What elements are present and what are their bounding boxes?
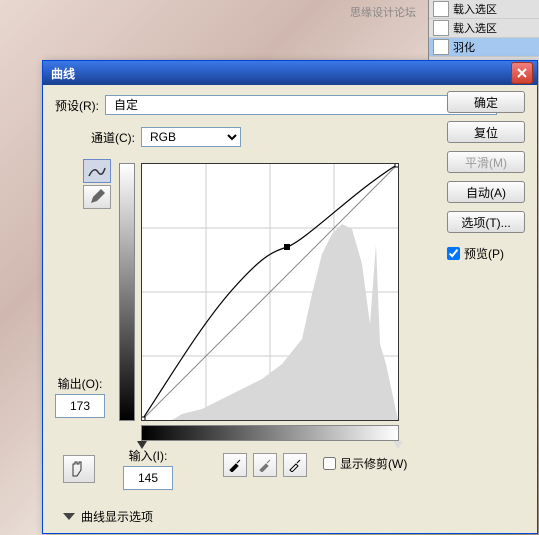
output-value-input[interactable] (55, 394, 105, 418)
layers-panel: 载入选区 载入选区 羽化 (428, 0, 539, 60)
preset-select[interactable]: 自定 (105, 95, 497, 115)
auto-button[interactable]: 自动(A) (447, 181, 525, 203)
output-label: 输出(O): (55, 375, 105, 392)
target-adjust-tool[interactable] (63, 455, 95, 483)
channel-label: 通道(C): (91, 129, 135, 146)
black-eyedropper[interactable] (223, 453, 247, 477)
titlebar[interactable]: 曲线 (43, 61, 537, 85)
curves-dialog: 曲线 预设(R): 自定 确定 复位 平滑(M) 自动(A) 选项(T)... … (42, 60, 538, 534)
layer-row[interactable]: 载入选区 (429, 0, 539, 19)
preview-label: 预览(P) (464, 245, 504, 262)
input-gradient[interactable] (141, 425, 399, 441)
layer-icon (433, 20, 449, 36)
curve-display-options-toggle[interactable]: 曲线显示选项 (63, 508, 153, 525)
white-eyedropper[interactable] (283, 453, 307, 477)
chevron-down-icon (63, 513, 75, 520)
layer-label: 羽化 (453, 39, 475, 55)
output-gradient[interactable] (119, 163, 135, 421)
layer-row[interactable]: 羽化 (429, 38, 539, 57)
curve-point-handle[interactable] (284, 244, 290, 250)
channel-select[interactable]: RGB (141, 127, 241, 147)
show-clipping-row[interactable]: 显示修剪(W) (323, 455, 407, 472)
input-label: 输入(I): (123, 447, 173, 464)
preview-checkbox[interactable] (447, 247, 460, 260)
show-clipping-checkbox[interactable] (323, 457, 336, 470)
watermark-text: 思缘设计论坛 (350, 4, 416, 20)
gray-eyedropper[interactable] (253, 453, 277, 477)
curve-endpoint[interactable] (395, 164, 398, 167)
expand-label: 曲线显示选项 (81, 508, 153, 525)
layer-label: 载入选区 (453, 20, 497, 36)
curve-tool-button[interactable] (83, 159, 111, 183)
reset-button[interactable]: 复位 (447, 121, 525, 143)
preview-checkbox-row[interactable]: 预览(P) (447, 245, 519, 262)
smooth-button[interactable]: 平滑(M) (447, 151, 525, 173)
layer-row[interactable]: 载入选区 (429, 19, 539, 38)
ok-button[interactable]: 确定 (447, 91, 525, 113)
preset-label: 预设(R): (55, 97, 99, 114)
options-button[interactable]: 选项(T)... (447, 211, 525, 233)
dialog-title: 曲线 (47, 65, 511, 82)
layer-label: 载入选区 (453, 1, 497, 17)
curve-graph[interactable] (141, 163, 399, 421)
close-button[interactable] (511, 62, 533, 84)
layer-icon (433, 39, 449, 55)
white-point-slider[interactable] (393, 441, 403, 449)
input-value-input[interactable] (123, 466, 173, 490)
pencil-tool-button[interactable] (83, 185, 111, 209)
show-clipping-label: 显示修剪(W) (340, 455, 407, 472)
curve-endpoint[interactable] (142, 417, 145, 420)
layer-icon (433, 1, 449, 17)
